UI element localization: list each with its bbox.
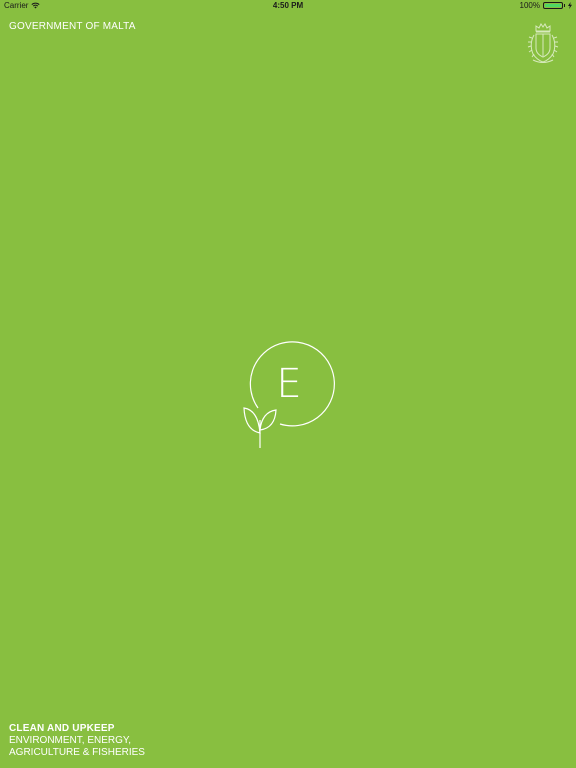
status-bar: Carrier 4:50 PM 100%: [0, 0, 576, 12]
footer-heading: CLEAN AND UPKEEP: [9, 723, 115, 734]
battery-cap: [564, 4, 565, 7]
battery-icon: [543, 2, 563, 9]
coat-of-arms-icon: [527, 23, 559, 63]
app-logo: E: [240, 338, 336, 452]
government-title: GOVERNMENT OF MALTA: [9, 21, 136, 32]
footer-line-2: AGRICULTURE & FISHERIES: [9, 747, 145, 758]
logo-letter: E: [276, 361, 302, 407]
sprout-icon: [243, 407, 277, 448]
status-time: 4:50 PM: [272, 1, 304, 10]
status-right: 100%: [520, 1, 572, 10]
battery-fill: [545, 4, 561, 7]
splash-screen: Carrier 4:50 PM 100% GOVERNMENT OF MALTA: [0, 0, 576, 768]
bolt-icon: [568, 2, 572, 9]
footer: CLEAN AND UPKEEP ENVIRONMENT, ENERGY, AG…: [9, 723, 145, 759]
battery-percent: 100%: [519, 1, 540, 10]
footer-line-1: ENVIRONMENT, ENERGY,: [9, 735, 132, 746]
